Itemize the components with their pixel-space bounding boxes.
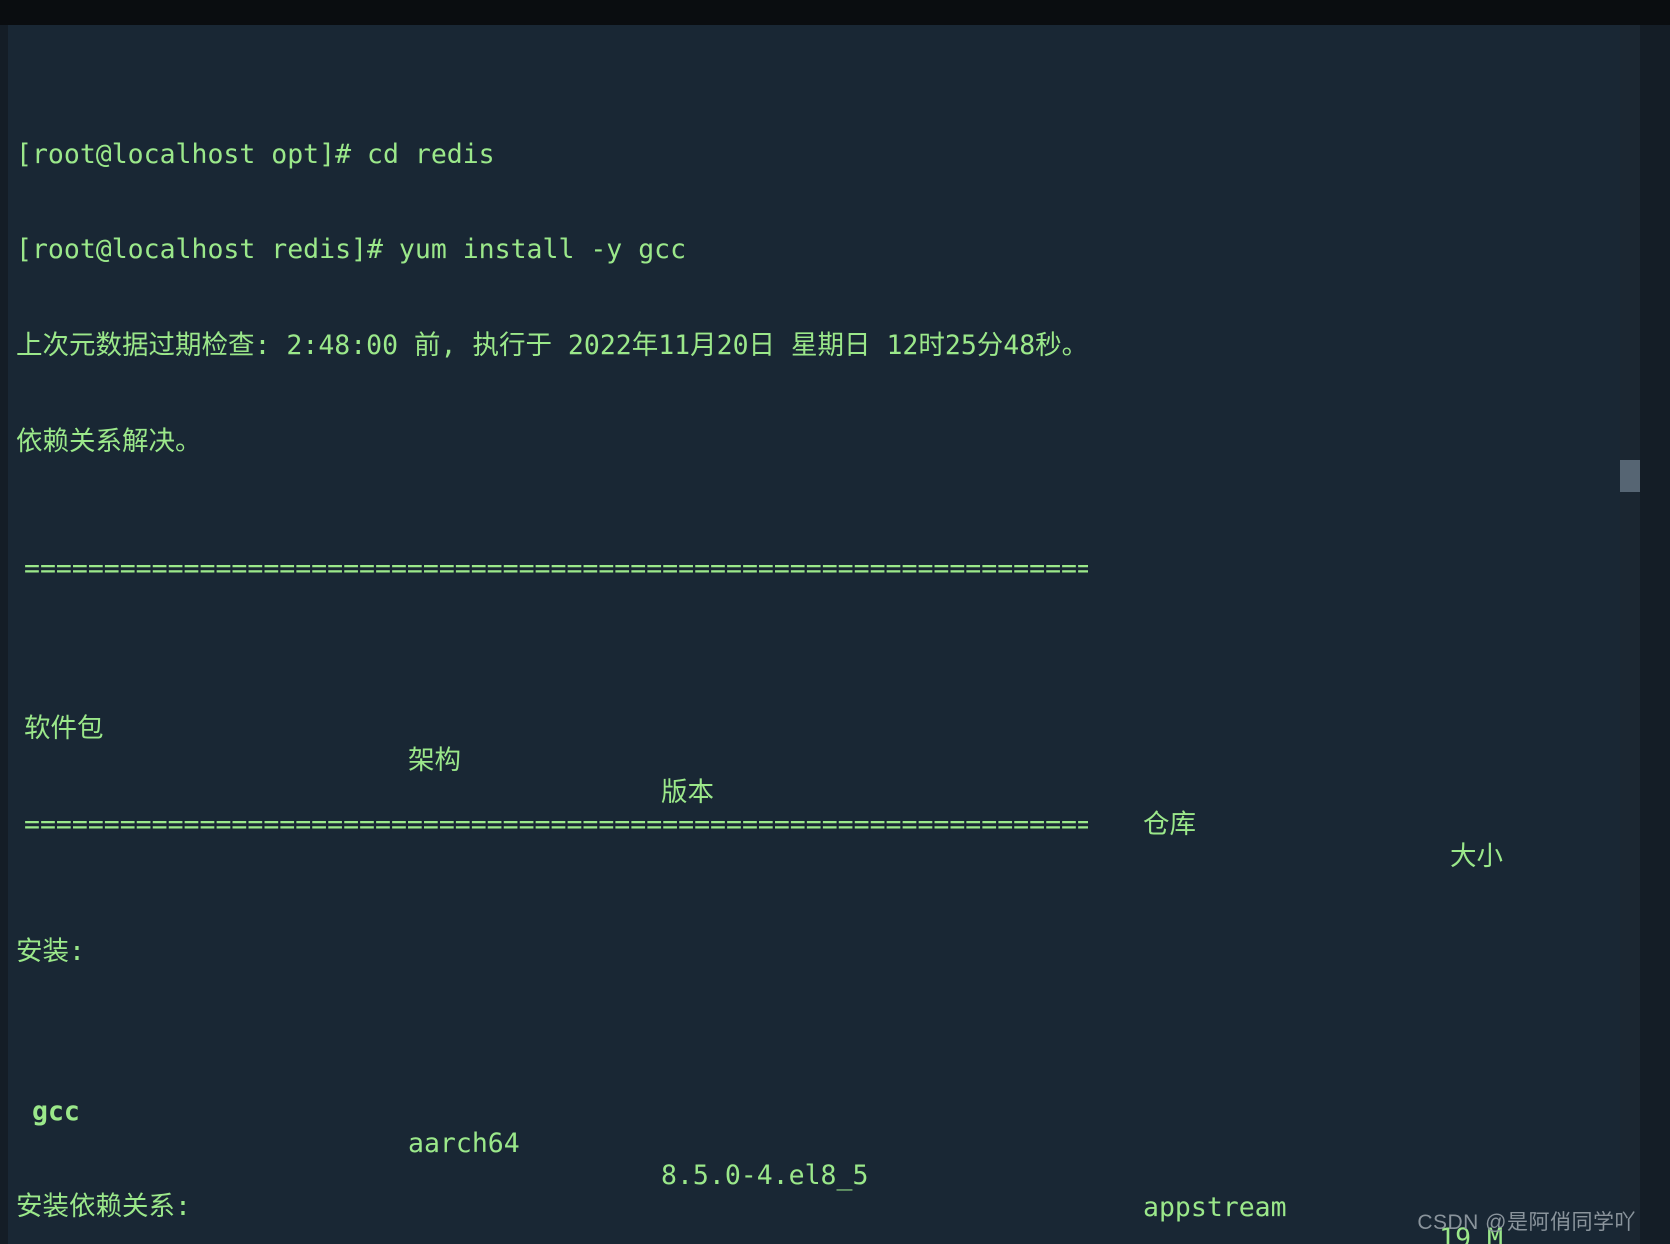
table-header-arch: 架构 <box>408 744 461 776</box>
metadata-expiry-line: 上次元数据过期检查: 2:48:00 前, 执行于 2022年11月20日 星期… <box>16 330 1089 362</box>
package-arch: aarch64 <box>408 1127 520 1159</box>
dependency-resolved-line: 依赖关系解决。 <box>16 425 202 457</box>
install-section-label: 安装: <box>16 936 85 968</box>
install-dependencies-label: 安装依赖关系: <box>16 1191 191 1223</box>
separator-text: ========================================… <box>24 553 1089 585</box>
screenshot-root: [root@localhost opt]# cd redis [root@loc… <box>0 0 1670 1244</box>
terminal-window[interactable]: [root@localhost opt]# cd redis [root@loc… <box>8 25 1620 1244</box>
terminal-output: [root@localhost opt]# cd redis [root@loc… <box>8 25 1503 1244</box>
table-header-package: 软件包 <box>24 712 104 744</box>
window-top-strip <box>0 0 1670 25</box>
package-repo: appstream <box>1143 1191 1287 1223</box>
prompt-line: [root@localhost opt]# cd redis <box>16 138 495 170</box>
terminal-left-gutter <box>0 25 8 1244</box>
watermark-label: CSDN @是阿俏同学吖 <box>1417 1211 1636 1234</box>
scrollbar-thumb[interactable] <box>1620 460 1640 492</box>
package-version: 8.5.0-4.el8_5 <box>661 1159 869 1191</box>
table-row: gcc aarch64 8.5.0-4.el8_5 appstream 19 M <box>16 1064 1503 1244</box>
package-name: gcc <box>32 1095 80 1127</box>
table-header-repository: 仓库 <box>1143 808 1196 840</box>
separator-rule: ========================================… <box>16 809 1088 841</box>
scrollbar-track[interactable] <box>1620 25 1640 1244</box>
separator-text: ========================================… <box>24 808 1089 840</box>
table-header-size: 大小 <box>1450 840 1503 872</box>
separator-rule: ========================================… <box>16 553 1088 585</box>
table-header-version: 版本 <box>661 776 714 808</box>
table-header-row: 软件包 架构 版本 仓库 大小 <box>16 681 1503 872</box>
prompt-line: [root@localhost redis]# yum install -y g… <box>16 234 687 266</box>
window-right-edge <box>1640 25 1670 1244</box>
